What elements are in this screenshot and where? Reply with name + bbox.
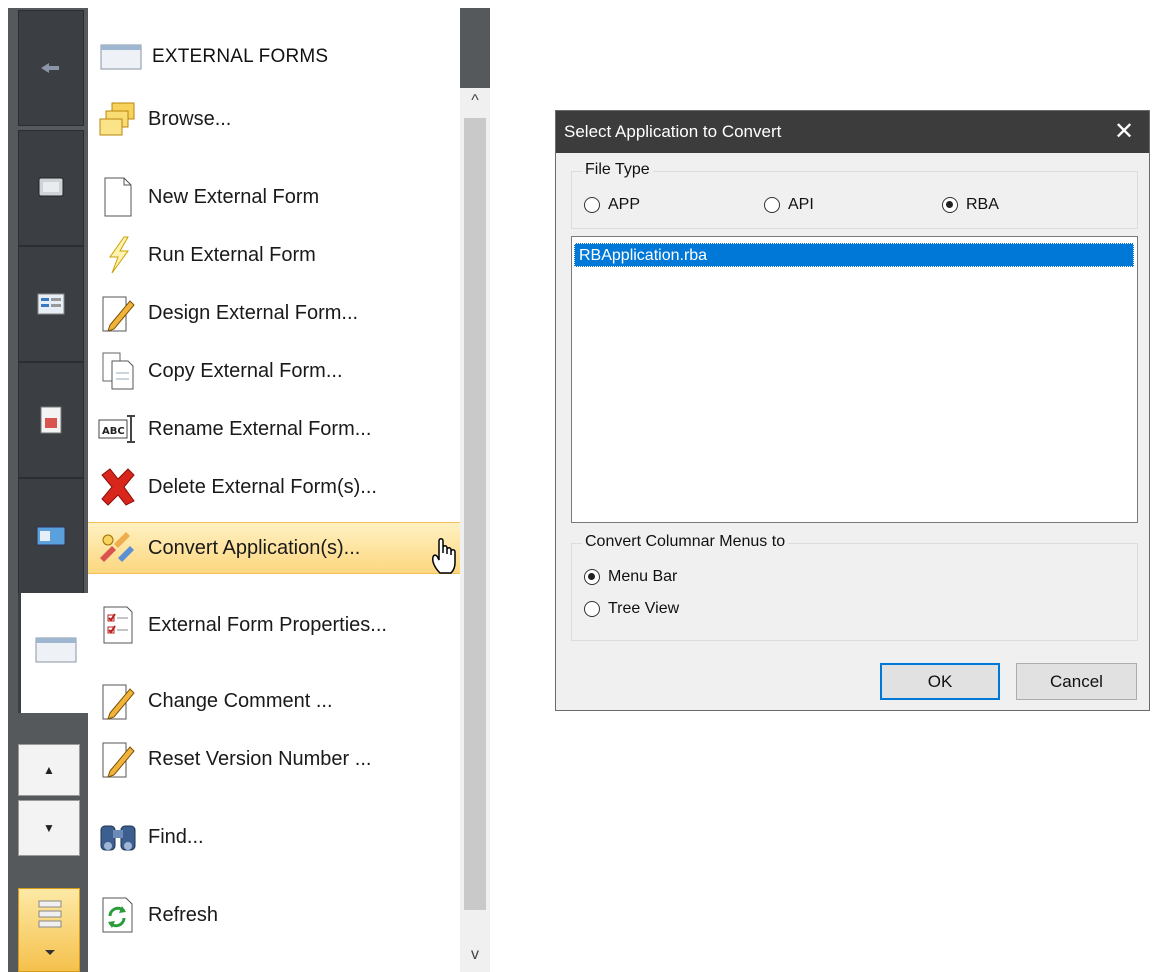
menu-item-label: Delete External Form(s)... [148, 475, 377, 498]
pencil-document-icon [96, 679, 140, 723]
rename-abc-icon: ABC [96, 407, 140, 451]
menu-item-new-external-form[interactable]: New External Form [88, 172, 460, 222]
menu-item-delete-external-form[interactable]: Delete External Form(s)... [88, 462, 460, 512]
radio-label: API [788, 196, 814, 213]
radio-rba[interactable]: RBA [942, 196, 999, 214]
down-arrow-icon: ▼ [43, 821, 55, 835]
menu-title: EXTERNAL FORMS [152, 46, 329, 67]
menu-item-label: External Form Properties... [148, 613, 387, 636]
menu-item-copy-external-form[interactable]: Copy External Form... [88, 346, 460, 396]
red-x-icon [96, 465, 140, 509]
menu-item-label: Rename External Form... [148, 417, 372, 440]
menu-item-label: Browse... [148, 107, 232, 130]
stack-icon [38, 900, 62, 928]
binoculars-icon [96, 815, 140, 859]
close-icon[interactable]: ✕ [1109, 117, 1139, 147]
radio-app[interactable]: APP [584, 196, 640, 214]
pencil-document-icon [96, 291, 140, 335]
nav-scroll-up-button[interactable]: ▲ [18, 744, 80, 796]
new-document-icon [96, 175, 140, 219]
svg-text:ABC: ABC [102, 426, 125, 437]
nav-tab-reports[interactable] [18, 362, 84, 478]
checklist-icon [96, 603, 140, 647]
menu-item-design-external-form[interactable]: Design External Form... [88, 288, 460, 338]
radio-circle-selected [584, 569, 600, 585]
menu-item-change-comment[interactable]: Change Comment ... [88, 676, 460, 726]
menu-header: EXTERNAL FORMS [100, 36, 460, 78]
menu-item-reset-version-number[interactable]: Reset Version Number ... [88, 734, 460, 784]
file-type-legend: File Type [582, 161, 653, 179]
form-list-icon [37, 293, 65, 315]
hand-cursor-icon [432, 538, 456, 574]
list-item-selected[interactable]: RBApplication.rba [574, 243, 1134, 267]
menu-item-label: New External Form [148, 185, 320, 208]
menu-item-convert-application[interactable]: Convert Application(s)... [88, 522, 460, 574]
convert-menus-group: Convert Columnar Menus to Menu Bar Tree … [571, 533, 1138, 641]
menu-item-rename-external-form[interactable]: ABC Rename External Form... [88, 404, 460, 454]
menu-item-label: Copy External Form... [148, 359, 343, 382]
window-icon [100, 44, 142, 70]
lightning-icon [96, 233, 140, 277]
external-forms-panel: ▲ ▼ EXTERNAL FORMS Browse... New Externa… [8, 8, 490, 972]
menu-item-label: Design External Form... [148, 301, 359, 324]
report-icon [40, 406, 62, 434]
up-arrow-icon: ▲ [43, 763, 55, 777]
scrollbar-thumb[interactable] [464, 118, 486, 910]
nav-tab-active[interactable] [18, 593, 88, 713]
file-type-group: File Type APP API RBA [571, 161, 1138, 229]
cancel-button[interactable]: Cancel [1016, 663, 1137, 700]
convert-dialog: Select Application to Convert ✕ File Typ… [555, 110, 1150, 711]
dialog-titlebar: Select Application to Convert ✕ [556, 111, 1149, 153]
nav-tab-screens[interactable] [18, 130, 84, 246]
scroll-down-arrow[interactable]: v [460, 942, 490, 968]
menu-item-browse[interactable]: Browse... [88, 94, 460, 144]
radio-label: Menu Bar [608, 568, 678, 585]
radio-circle-selected [942, 197, 958, 213]
ok-button[interactable]: OK [880, 663, 1000, 700]
menu-item-find[interactable]: Find... [88, 812, 460, 862]
menu-scrollbar[interactable]: ^ v [460, 88, 490, 972]
radio-label: APP [608, 196, 641, 213]
radio-circle [584, 197, 600, 213]
menu-item-label: Refresh [148, 903, 219, 926]
menu-item-external-form-properties[interactable]: External Form Properties... [88, 600, 460, 650]
window-icon [35, 637, 77, 663]
refresh-icon [96, 893, 140, 937]
radio-menu-bar[interactable]: Menu Bar [584, 568, 677, 586]
menu-item-label: Reset Version Number ... [148, 747, 372, 770]
pencil-document-icon [96, 737, 140, 781]
radio-tree-view[interactable]: Tree View [584, 600, 679, 618]
folders-icon [96, 97, 140, 141]
dialog-title: Select Application to Convert [564, 122, 782, 141]
monitor-icon [38, 177, 64, 197]
external-forms-menu: EXTERNAL FORMS Browse... New External Fo… [88, 8, 490, 972]
nav-overflow-button[interactable] [18, 888, 80, 972]
external-form-icon [36, 526, 66, 546]
nav-tab-forms[interactable] [18, 246, 84, 362]
menu-item-label: Change Comment ... [148, 689, 333, 712]
radio-label: RBA [966, 196, 999, 213]
menu-item-run-external-form[interactable]: Run External Form [88, 230, 460, 280]
menu-item-label: Run External Form [148, 243, 316, 266]
nav-scroll-down-button[interactable]: ▼ [18, 800, 80, 856]
chevron-down-icon [45, 950, 55, 955]
copy-document-icon [96, 349, 140, 393]
scroll-up-arrow[interactable]: ^ [460, 88, 490, 114]
connection-icon [41, 63, 59, 73]
nav-tab-external-forms[interactable] [18, 478, 84, 594]
radio-label: Tree View [608, 600, 680, 617]
file-listbox[interactable]: RBApplication.rba [571, 236, 1138, 523]
menu-item-label: Convert Application(s)... [148, 536, 361, 559]
convert-arrows-icon [96, 526, 140, 570]
radio-circle [764, 197, 780, 213]
menu-item-label: Find... [148, 825, 204, 848]
radio-circle [584, 601, 600, 617]
nav-tab-connections[interactable] [18, 10, 84, 126]
menu-item-refresh[interactable]: Refresh [88, 890, 460, 940]
convert-menus-legend: Convert Columnar Menus to [582, 533, 789, 551]
radio-api[interactable]: API [764, 196, 814, 214]
